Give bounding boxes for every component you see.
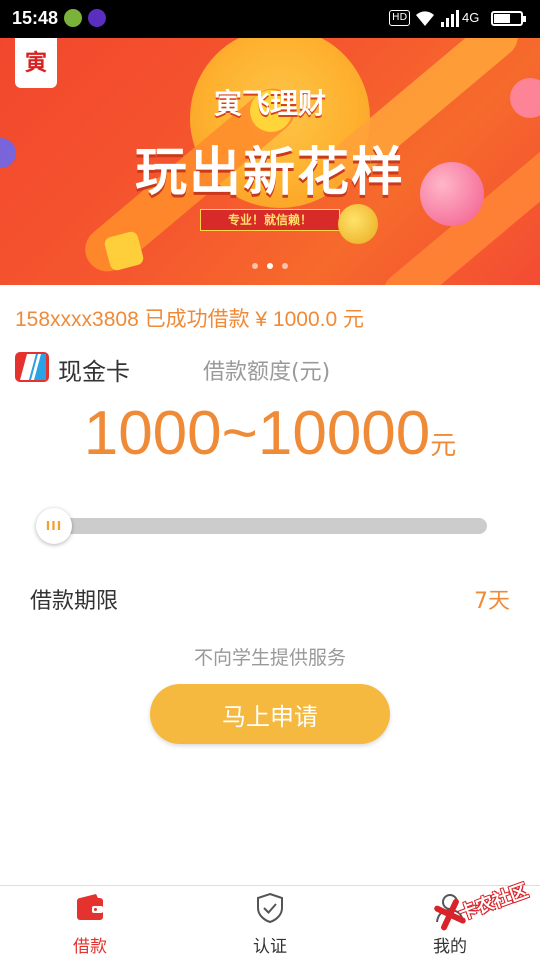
amount-unit: 元 xyxy=(430,431,457,461)
loan-amount-slider-handle[interactable]: III xyxy=(36,508,72,544)
loan-amount-range: 1000~10000元 xyxy=(0,398,540,469)
hd-indicator: HD xyxy=(389,10,411,26)
cash-card-icon xyxy=(15,352,49,382)
banner-pager-dot[interactable] xyxy=(282,263,288,269)
loan-term-label: 借款期限 xyxy=(30,589,119,614)
status-bar: 15:48 HD 4G xyxy=(0,0,540,38)
nav-item-verify[interactable]: 认证 xyxy=(180,886,360,960)
loan-limit-label: 借款额度(元) xyxy=(203,360,331,385)
notification-app-icon xyxy=(64,9,82,27)
wallet-icon xyxy=(77,894,103,920)
nav-label: 借款 xyxy=(73,937,107,957)
coin-icon xyxy=(338,204,378,244)
product-name: 现金卡 xyxy=(58,358,130,386)
banner-pager-dot[interactable] xyxy=(267,263,273,269)
banner-ribbon: 专业！就信赖！ xyxy=(200,209,340,231)
apply-now-button[interactable]: 马上申请 xyxy=(150,684,390,744)
watermark-text: 卡农社区 xyxy=(456,880,531,925)
signal-icon xyxy=(441,10,459,27)
banner-pager-dot[interactable] xyxy=(252,263,258,269)
nav-item-loan[interactable]: 借款 xyxy=(0,886,180,960)
nav-label: 认证 xyxy=(253,937,287,957)
banner-slogan: 玩出新花样 xyxy=(134,143,405,203)
student-notice: 不向学生提供服务 xyxy=(193,647,346,669)
battery-icon xyxy=(491,11,526,26)
wifi-icon xyxy=(416,11,434,26)
network-type: 4G xyxy=(462,10,480,25)
shield-check-icon xyxy=(257,892,283,924)
banner-headline: 寅飞理财 xyxy=(213,87,326,120)
status-time: 15:48 xyxy=(12,8,59,28)
loan-amount-slider-track[interactable] xyxy=(50,518,487,534)
amount-value: 1000~10000 xyxy=(83,399,431,468)
loan-term-value[interactable]: 7天 xyxy=(474,583,510,615)
notification-app-icon-2 xyxy=(88,9,106,27)
brand-logo: 寅 xyxy=(15,38,57,88)
promo-banner[interactable]: 寅 寅飞理财 玩出新花样 专业！就信赖！ xyxy=(0,38,540,285)
loan-success-notice: 158xxxx3808 已成功借款 ¥ 1000.0 元 xyxy=(15,308,365,331)
